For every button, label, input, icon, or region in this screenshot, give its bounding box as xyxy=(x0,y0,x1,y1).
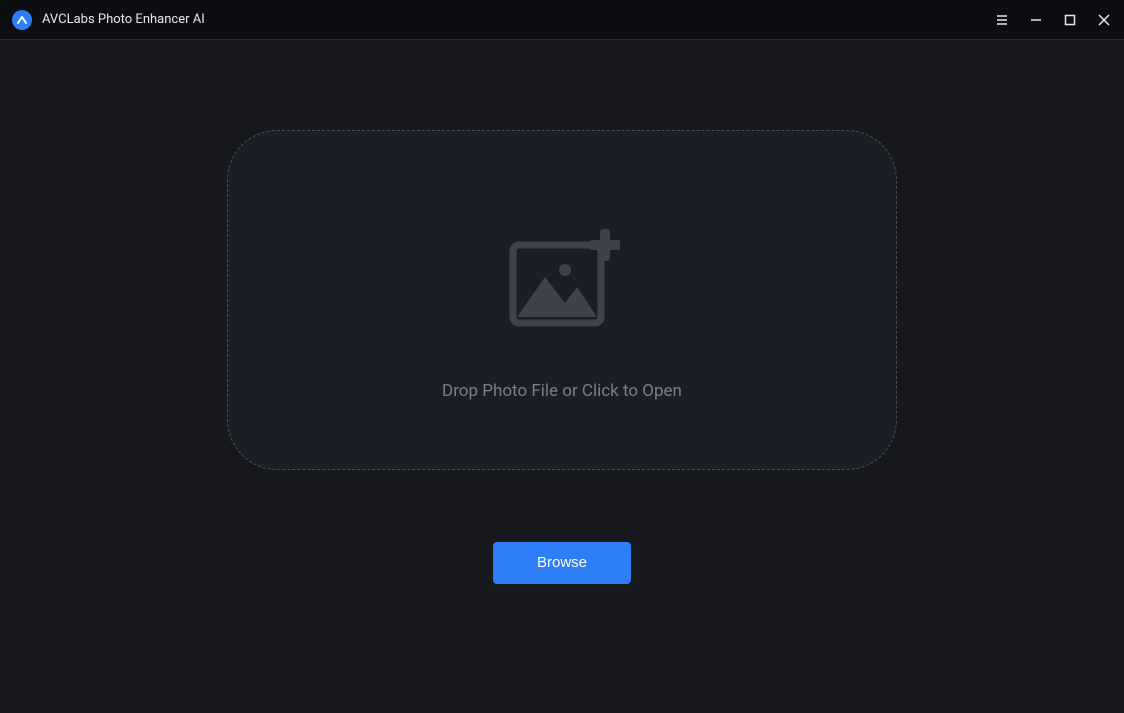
browse-button[interactable]: Browse xyxy=(493,542,631,584)
drop-instruction: Drop Photo File or Click to Open xyxy=(442,381,682,401)
app-logo-icon xyxy=(12,10,32,30)
add-image-icon xyxy=(505,229,620,333)
titlebar: AVCLabs Photo Enhancer AI xyxy=(0,0,1124,40)
close-icon[interactable] xyxy=(1096,12,1112,28)
drop-zone[interactable]: Drop Photo File or Click to Open xyxy=(227,130,897,470)
menu-icon[interactable] xyxy=(994,12,1010,28)
main-content: Drop Photo File or Click to Open Browse xyxy=(0,40,1124,713)
maximize-icon[interactable] xyxy=(1062,12,1078,28)
app-title: AVCLabs Photo Enhancer AI xyxy=(42,12,205,27)
titlebar-right xyxy=(994,12,1112,28)
titlebar-left: AVCLabs Photo Enhancer AI xyxy=(12,10,205,30)
minimize-icon[interactable] xyxy=(1028,12,1044,28)
